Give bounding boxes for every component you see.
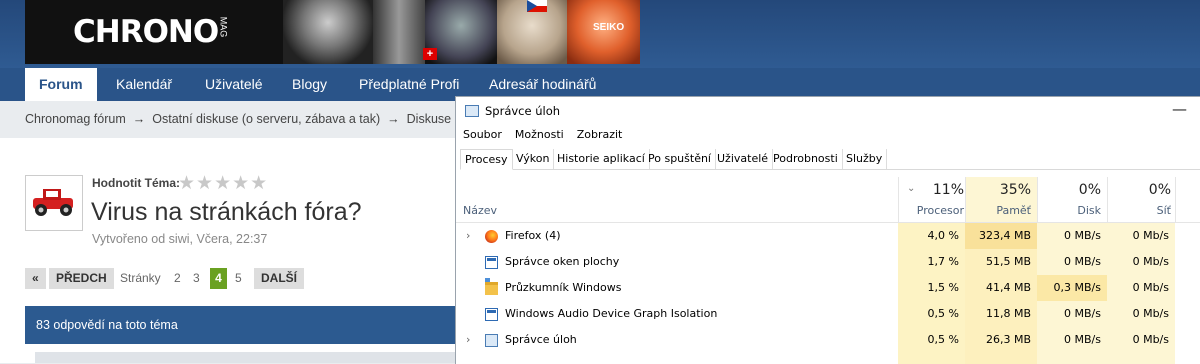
network-total: 0% xyxy=(1148,182,1171,198)
column-cpu[interactable]: Procesor xyxy=(908,204,964,217)
column-network[interactable]: Síť xyxy=(1107,204,1171,217)
column-disk[interactable]: Disk xyxy=(1037,204,1101,217)
nav-tab-calendar[interactable]: Kalendář xyxy=(116,68,172,101)
tab-services[interactable]: Služby xyxy=(842,149,888,169)
process-row[interactable]: › Správce úloh 0,5 % 26,3 MB 0 MB/s 0 Mb… xyxy=(456,327,1200,353)
swiss-flag-icon: + xyxy=(423,48,437,60)
network-cell: 0 Mb/s xyxy=(1107,301,1175,327)
task-manager-icon xyxy=(485,334,498,347)
tab-users[interactable]: Uživatelé xyxy=(713,149,774,169)
column-name[interactable]: Název xyxy=(463,204,497,217)
rate-label: Hodnotit Téma: xyxy=(92,176,180,190)
expand-chevron-icon[interactable]: › xyxy=(466,327,470,353)
memory-total: 35% xyxy=(999,182,1031,198)
watch-brand-text: SEIKO xyxy=(593,22,625,33)
page-link[interactable]: 2 xyxy=(174,268,181,289)
cpu-cell: 0,5 % xyxy=(898,327,965,353)
thread-meta: Vytvořeno od siwi, Včera, 22:37 xyxy=(92,232,268,246)
nav-tab-subscription[interactable]: Předplatné Profi xyxy=(359,68,459,101)
first-page-button[interactable]: « xyxy=(25,268,46,289)
process-name: Správce oken plochy xyxy=(505,255,620,268)
disk-cell: 0 MB/s xyxy=(1037,301,1107,327)
page-link[interactable]: 3 xyxy=(193,268,200,289)
avatar[interactable] xyxy=(25,175,83,231)
tab-performance[interactable]: Výkon xyxy=(512,149,555,169)
process-row[interactable] xyxy=(456,353,1200,364)
cpu-total: 11% xyxy=(932,182,964,198)
thread-title: Virus na stránkách fóra? xyxy=(91,198,362,226)
process-name: Firefox (4) xyxy=(505,229,561,242)
prev-page-button[interactable]: PŘEDCH xyxy=(49,268,114,289)
menu-view[interactable]: Zobrazit xyxy=(577,128,623,141)
window-title: Správce úloh xyxy=(485,104,561,118)
site-logo-sub: MAG xyxy=(218,16,229,38)
breadcrumb-separator: → xyxy=(387,112,400,126)
task-manager-window[interactable]: Správce úloh — Soubor Možnosti Zobrazit Pr… xyxy=(455,96,1200,364)
network-cell: 0 Mb/s xyxy=(1107,327,1175,353)
window-icon xyxy=(485,256,498,269)
breadcrumb: Chronomag fórum → Ostatní diskuse (o serve… xyxy=(25,112,478,126)
menu-options[interactable]: Možnosti xyxy=(515,128,564,141)
disk-cell: 0 MB/s xyxy=(1037,249,1107,275)
replies-count-bar: 83 odpovědí na toto téma xyxy=(25,306,460,344)
tab-details[interactable]: Podrobnosti xyxy=(769,149,843,169)
tab-startup[interactable]: Po spuštění xyxy=(644,149,716,169)
menu-bar: Soubor Možnosti Zobrazit xyxy=(463,128,635,141)
window-icon xyxy=(485,308,498,321)
tab-processes[interactable]: Procesy xyxy=(460,149,513,170)
pages-label: Stránky xyxy=(120,271,161,285)
title-bar[interactable]: Správce úloh — xyxy=(456,97,1200,125)
process-name: Správce úloh xyxy=(505,333,577,346)
memory-cell: 41,4 MB xyxy=(965,275,1037,301)
disk-cell: 0 MB/s xyxy=(1037,327,1107,353)
watch-image xyxy=(283,0,373,64)
car-avatar-icon xyxy=(33,189,73,216)
process-row[interactable]: › Firefox (4) 4,0 % 323,4 MB 0 MB/s 0 Mb… xyxy=(456,223,1200,249)
cpu-cell: 4,0 % xyxy=(898,223,965,249)
czech-flag-icon xyxy=(527,0,547,12)
minimize-button[interactable]: — xyxy=(1172,100,1187,118)
process-name: Windows Audio Device Graph Isolation xyxy=(505,307,718,320)
page-link[interactable]: 5 xyxy=(235,268,242,289)
disk-cell: 0,3 MB/s xyxy=(1037,275,1107,301)
cpu-cell: 0,5 % xyxy=(898,301,965,327)
process-row[interactable]: Průzkumník Windows 1,5 % 41,4 MB 0,3 MB/… xyxy=(456,275,1200,301)
memory-cell: 323,4 MB xyxy=(965,223,1037,249)
memory-cell: 26,3 MB xyxy=(965,327,1037,353)
process-row[interactable]: Windows Audio Device Graph Isolation 0,5… xyxy=(456,301,1200,327)
next-page-button[interactable]: DALŠÍ xyxy=(254,268,304,289)
nav-tab-forum[interactable]: Forum xyxy=(25,68,97,101)
breadcrumb-link[interactable]: Ostatní diskuse (o serveru, zábava a tak… xyxy=(152,112,380,126)
process-row[interactable]: Správce oken plochy 1,7 % 51,5 MB 0 MB/s… xyxy=(456,249,1200,275)
site-banner[interactable]: CHRONO MAG + SEIKO xyxy=(25,0,640,64)
nav-tab-blogs[interactable]: Blogy xyxy=(292,68,327,101)
rating-stars[interactable]: ★★★★★ xyxy=(178,172,268,195)
nav-tab-users[interactable]: Uživatelé xyxy=(205,68,263,101)
network-cell: 0 Mb/s xyxy=(1107,223,1175,249)
cpu-cell: 1,7 % xyxy=(898,249,965,275)
task-manager-icon xyxy=(465,105,479,117)
network-cell: 0 Mb/s xyxy=(1107,275,1175,301)
network-cell: 0 Mb/s xyxy=(1107,249,1175,275)
process-name: Průzkumník Windows xyxy=(505,281,622,294)
site-logo: CHRONO xyxy=(73,14,219,50)
memory-cell: 51,5 MB xyxy=(965,249,1037,275)
menu-file[interactable]: Soubor xyxy=(463,128,502,141)
first-post-header xyxy=(35,352,460,363)
breadcrumb-link[interactable]: Chronomag fórum xyxy=(25,112,126,126)
column-header: Název ⌄ 11% Procesor 35% Paměť 0% Disk 0… xyxy=(456,177,1200,223)
folder-icon xyxy=(485,278,498,295)
cpu-cell: 1,5 % xyxy=(898,275,965,301)
tab-app-history[interactable]: Historie aplikací xyxy=(553,149,650,169)
memory-cell: 11,8 MB xyxy=(965,301,1037,327)
disk-cell: 0 MB/s xyxy=(1037,223,1107,249)
tab-strip: Procesy Výkon Historie aplikací Po spušt… xyxy=(460,149,1200,170)
firefox-icon xyxy=(485,230,498,243)
disk-total: 0% xyxy=(1078,182,1101,198)
expand-chevron-icon[interactable]: › xyxy=(466,223,470,249)
column-memory[interactable]: Paměť xyxy=(965,204,1031,217)
breadcrumb-separator: → xyxy=(132,112,146,126)
watch-image xyxy=(373,0,425,64)
current-page: 4 xyxy=(210,268,227,289)
